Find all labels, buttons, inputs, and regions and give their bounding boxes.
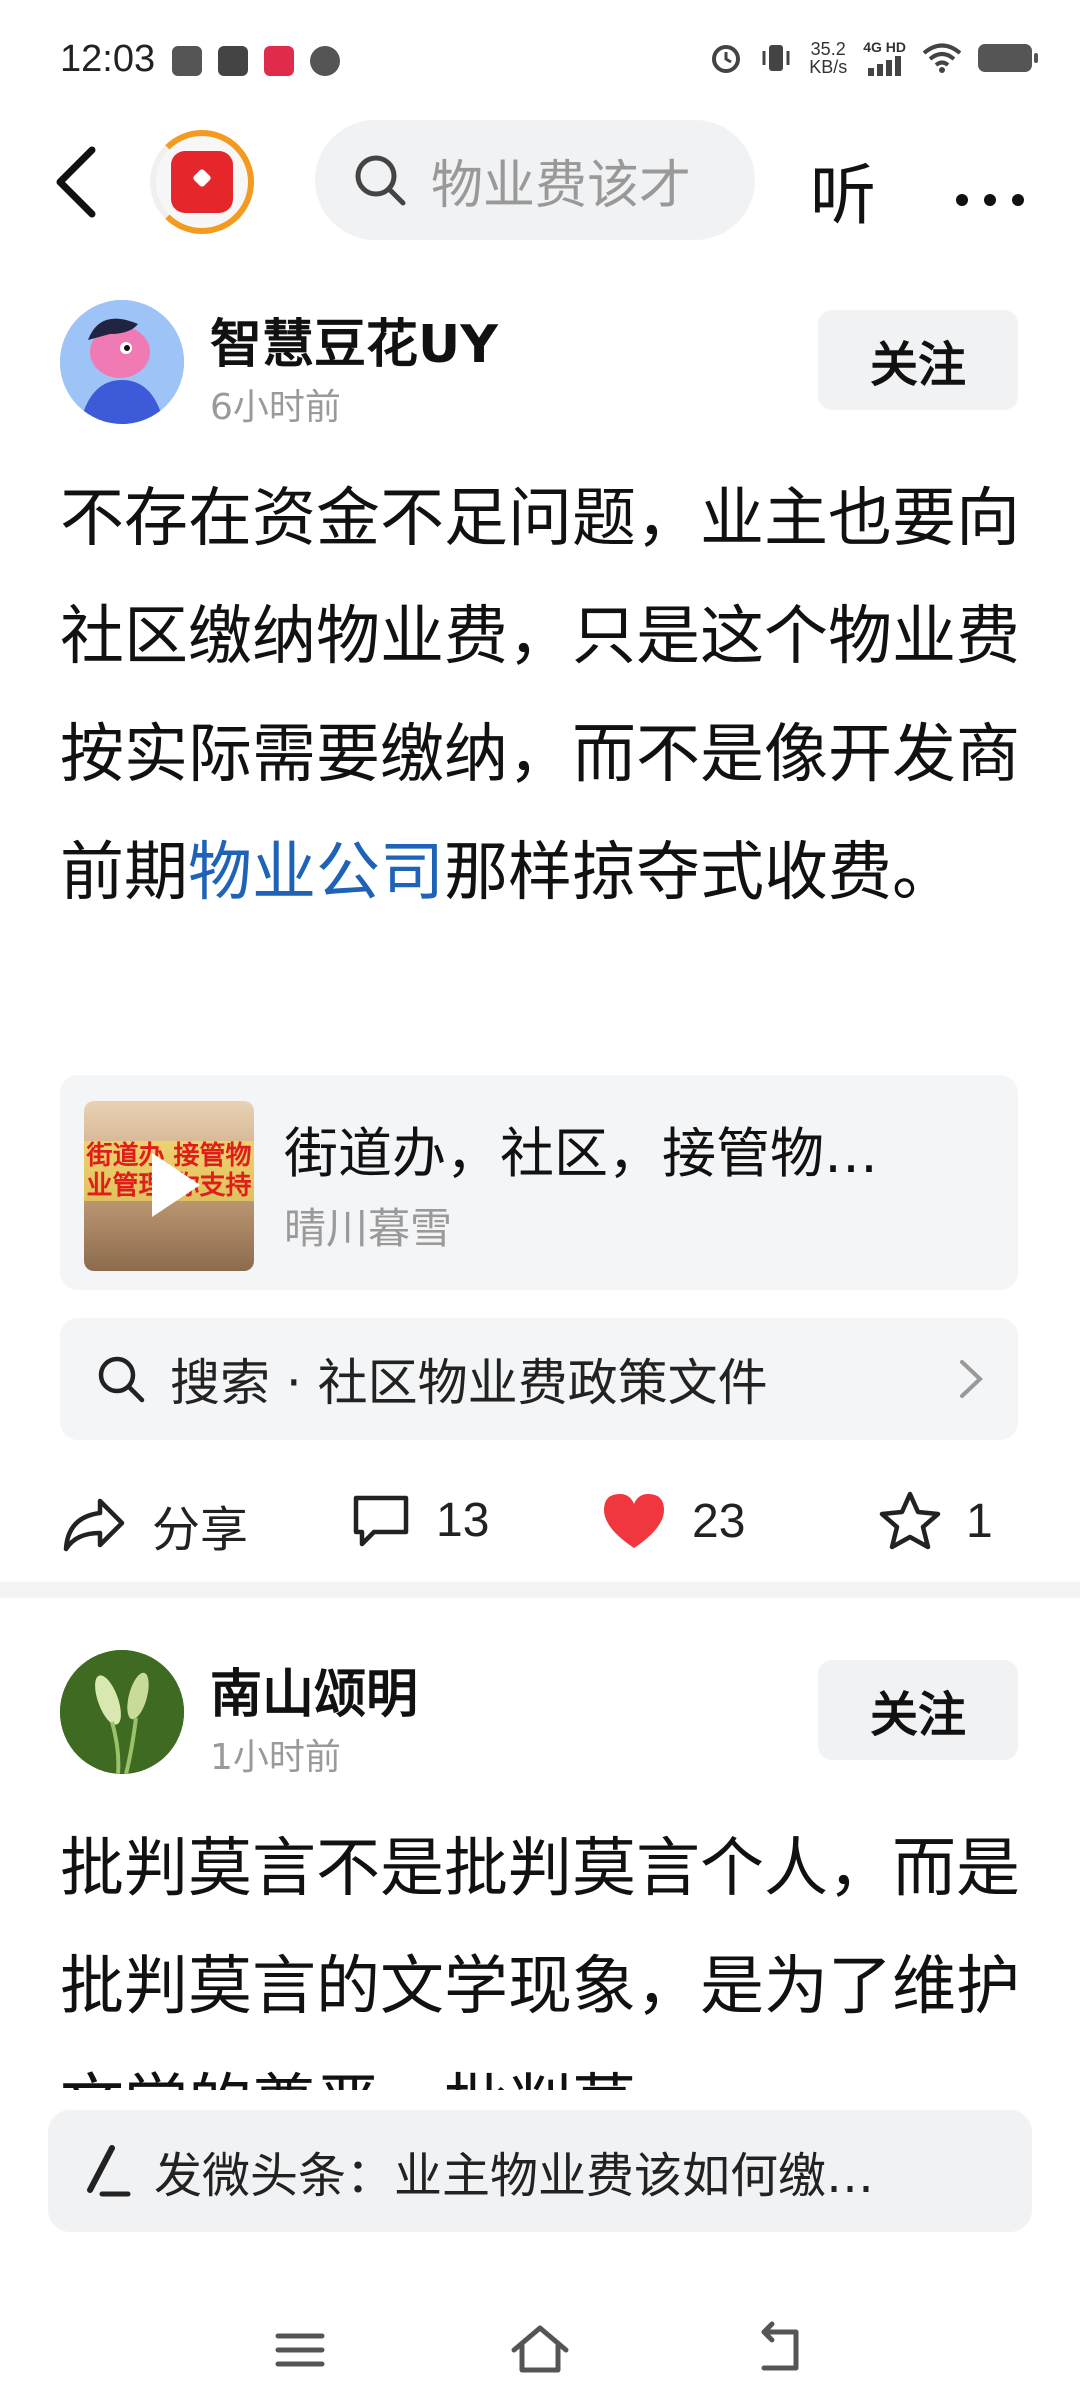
listen-button[interactable]: 听: [810, 142, 876, 238]
grass-avatar-icon: [60, 1650, 184, 1774]
menu-icon[interactable]: [260, 2310, 340, 2390]
share-label: 分享: [152, 1502, 249, 1558]
comment-button[interactable]: 13: [350, 1490, 489, 1550]
like-button[interactable]: 23: [600, 1490, 745, 1552]
signal-icon: [867, 56, 901, 76]
pen-icon: [87, 2145, 131, 2197]
follow-button[interactable]: 关注: [818, 310, 1018, 410]
network-type: 4G HD: [863, 39, 906, 55]
related-search-text: 搜索 · 社区物业费政策文件: [170, 1354, 768, 1412]
back-icon[interactable]: [44, 142, 114, 222]
red-packet-icon: [171, 151, 233, 213]
top-nav: 物业费该才 听: [0, 120, 1080, 240]
share-button[interactable]: 分享: [60, 1490, 248, 1560]
like-count: 23: [692, 1494, 746, 1548]
related-search[interactable]: 搜索 · 社区物业费政策文件: [60, 1318, 1018, 1440]
search-icon: [355, 155, 406, 206]
video-author: 晴川暮雪: [284, 1204, 453, 1253]
favorite-count: 1: [966, 1494, 993, 1548]
post-divider: [0, 1582, 1080, 1598]
more-icon[interactable]: [950, 140, 1030, 220]
post-link[interactable]: 物业公司: [188, 836, 444, 910]
post-body[interactable]: 批判莫言不是批判莫言个人，而是批判莫言的文学现象，是为了维护文学的尊严，批判莫: [60, 1810, 1020, 2090]
cartoon-avatar-icon: [60, 300, 184, 424]
message-notification-icon: [172, 46, 202, 76]
status-bar: 12:03 35.2 KB/s 4G HD: [0, 0, 1080, 120]
network-speed-unit: KB/s: [809, 57, 848, 77]
video-thumbnail: 街道办 接管物业管理 你支持: [84, 1101, 254, 1271]
network-speed: 35.2 KB/s: [809, 40, 847, 76]
status-time: 12:03: [60, 38, 156, 80]
back-nav-icon[interactable]: [740, 2310, 820, 2390]
wechat-notification-icon: [310, 46, 340, 76]
post-actions: 分享 13 23 1: [0, 1470, 1080, 1570]
publish-bar[interactable]: 发微头条：业主物业费该如何缴…: [48, 2110, 1032, 2232]
cell-signal: 4G HD: [863, 40, 906, 76]
notification-icons: [172, 46, 340, 76]
vivo-notification-icon: [218, 46, 248, 76]
star-icon: [879, 1491, 941, 1550]
post-body[interactable]: 不存在资金不足问题，业主也要向社区缴纳物业费，只是这个物业费按实际需要缴纳，而不…: [60, 460, 1020, 932]
app-notification-icon: [264, 46, 294, 76]
vibrate-icon: [762, 45, 790, 71]
system-nav-bar: [0, 2290, 1080, 2408]
share-icon: [63, 1498, 125, 1552]
avatar[interactable]: [60, 300, 184, 424]
home-icon[interactable]: [500, 2310, 580, 2390]
avatar[interactable]: [60, 1650, 184, 1774]
post-time: 1小时前: [210, 1737, 341, 1778]
comment-icon: [353, 1495, 409, 1547]
wifi-icon: [922, 43, 962, 73]
video-card[interactable]: 街道办 接管物业管理 你支持 街道办，社区，接管物… 晴川暮雪: [60, 1075, 1018, 1290]
battery-icon: [978, 44, 1038, 72]
play-icon: [152, 1153, 200, 1217]
favorite-button[interactable]: 1: [878, 1490, 993, 1552]
follow-button[interactable]: 关注: [818, 1660, 1018, 1760]
post-text-end: 那样掠夺式收费。: [444, 836, 956, 910]
chevron-right-icon: [960, 1360, 983, 1398]
feed-post: 南山颂明 1小时前 关注 批判莫言不是批判莫言个人，而是批判莫言的文学现象，是为…: [0, 1640, 1080, 2090]
search-placeholder: 物业费该才: [431, 155, 692, 216]
app-logo-badge[interactable]: [150, 130, 254, 234]
status-indicators: 35.2 KB/s 4G HD: [709, 40, 1038, 76]
search-input[interactable]: 物业费该才: [315, 120, 755, 240]
video-title: 街道办，社区，接管物…: [284, 1122, 878, 1185]
comment-count: 13: [436, 1493, 490, 1547]
author-name[interactable]: 南山颂明: [210, 1652, 418, 1727]
post-time: 6小时前: [210, 387, 341, 428]
alarm-icon: [712, 45, 741, 73]
heart-icon: [604, 1494, 664, 1548]
publish-prompt: 发微头条：业主物业费该如何缴…: [154, 2148, 875, 2204]
network-speed-value: 35.2: [810, 39, 846, 59]
author-name[interactable]: 智慧豆花UY: [210, 302, 498, 377]
search-icon: [98, 1356, 145, 1403]
